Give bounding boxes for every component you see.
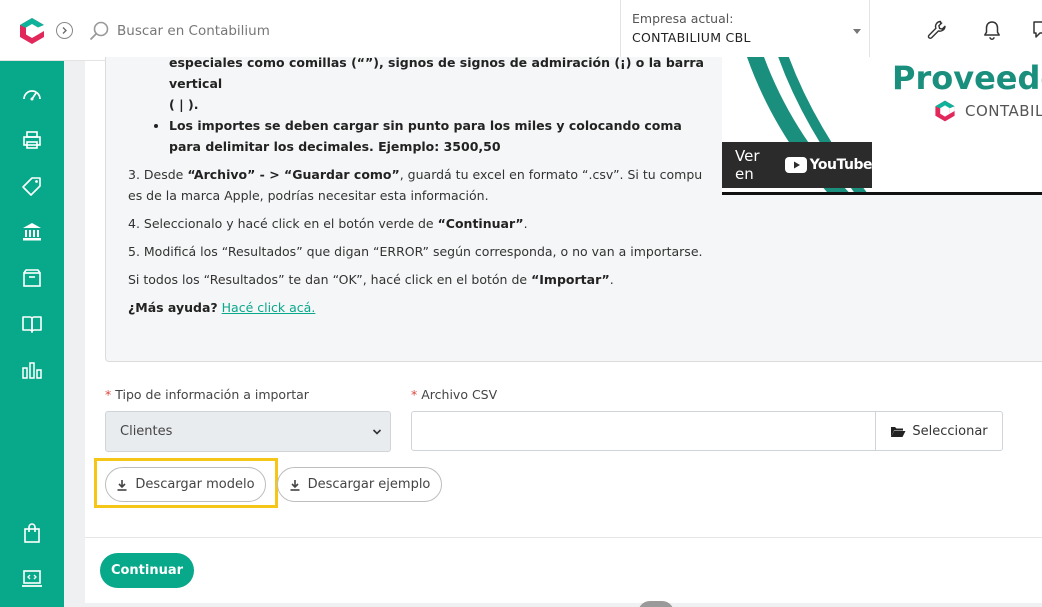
sidebar-item-dashboard[interactable]: [20, 83, 44, 107]
step-3-bold: “Archivo” - > “Guardar como”: [187, 167, 400, 182]
type-label: * Tipo de información a importar: [105, 387, 309, 402]
book-icon: [22, 316, 42, 333]
instruction-chars-line1: especiales como comillas (“”), signos de…: [169, 55, 704, 91]
csv-label: * Archivo CSV: [411, 387, 497, 402]
step-4-prefix: 4. Seleccionalo y hacé click en el botón…: [128, 216, 438, 231]
step-5: 5. Modificá los “Resultados” que digan “…: [128, 244, 703, 259]
search-icon: [89, 21, 109, 41]
type-label-text: Tipo de información a importar: [115, 387, 309, 402]
divider: [85, 537, 1042, 538]
printer-icon: [23, 131, 41, 149]
sidebar-item-treasury[interactable]: [20, 220, 44, 244]
sidebar-toggle-button[interactable]: [56, 22, 73, 39]
instruction-chars-line2: ( | ).: [169, 97, 199, 112]
instruction-chars: especiales como comillas (“”), signos de…: [169, 52, 713, 115]
sidebar-item-reports[interactable]: [20, 358, 44, 382]
chevron-right-icon: [62, 27, 67, 34]
contabilium-logo-icon[interactable]: [17, 16, 47, 46]
sidebar-item-sales[interactable]: [20, 128, 44, 152]
chevron-down-icon: [372, 429, 382, 435]
download-example-button[interactable]: Descargar ejemplo: [277, 467, 442, 502]
step-3-prefix: 3. Desde: [128, 167, 188, 182]
company-label: Empresa actual:: [632, 11, 734, 26]
help-link[interactable]: Hacé click acá.: [222, 300, 316, 315]
caret-down-icon: [853, 29, 861, 34]
instruction-amounts: Los importes se deben cargar sin punto p…: [169, 115, 713, 157]
import-card: especiales como comillas (“”), signos de…: [85, 55, 1042, 603]
csv-file-input[interactable]: [411, 411, 876, 451]
help-line: ¿Más ayuda? Hacé click acá.: [128, 297, 713, 318]
youtube-text: YouTube: [809, 157, 873, 173]
final-step-prefix: Si todos los “Resultados” te dan “OK”, h…: [128, 272, 532, 287]
select-file-button[interactable]: Seleccionar: [875, 411, 1003, 451]
contabilium-logo-icon: [935, 100, 955, 122]
video-title: Proveedo: [892, 59, 1042, 97]
bank-icon: [23, 223, 41, 241]
sidebar-item-inventory[interactable]: [20, 266, 44, 290]
code-icon: [22, 570, 42, 587]
chat-icon[interactable]: [1031, 19, 1042, 41]
csv-label-text: Archivo CSV: [421, 387, 498, 402]
bag-icon: [24, 523, 40, 543]
tag-icon: [22, 177, 41, 196]
sidebar-item-accounting[interactable]: [20, 312, 44, 336]
watch-on-youtube-button[interactable]: Ver en YouTube: [722, 142, 873, 188]
select-file-label: Seleccionar: [912, 423, 988, 439]
final-step-suffix: .: [609, 272, 614, 287]
download-icon: [290, 479, 300, 491]
import-type-select[interactable]: Clientes: [105, 411, 391, 452]
required-marker: *: [411, 387, 418, 402]
step-4-bold: “Continuar”: [437, 216, 524, 231]
youtube-play-icon: [784, 157, 807, 173]
box-icon: [23, 269, 41, 287]
wrench-icon[interactable]: [926, 19, 948, 41]
video-brand: CONTABILI: [933, 98, 1042, 124]
search-input[interactable]: [117, 16, 417, 46]
final-step-bold: “Importar”: [531, 272, 610, 287]
continue-button[interactable]: Continuar: [100, 553, 194, 588]
instructions-text: especiales como comillas (“”), signos de…: [128, 55, 713, 318]
sidebar-item-products[interactable]: [20, 174, 44, 198]
tutorial-video[interactable]: Proveedo CONTABILI Ver en YouTube: [722, 57, 1042, 195]
step-3: 3. Desde “Archivo” - > “Guardar como”, g…: [128, 164, 713, 206]
dashboard-icon: [23, 90, 41, 101]
sidebar-item-shop[interactable]: [20, 521, 44, 545]
download-example-label: Descargar ejemplo: [307, 477, 431, 492]
final-step: Si todos los “Resultados” te dan “OK”, h…: [128, 269, 713, 290]
instructions-panel: especiales como comillas (“”), signos de…: [105, 55, 1042, 362]
bell-icon[interactable]: [981, 19, 1003, 41]
help-question: ¿Más ayuda?: [128, 300, 218, 315]
video-brand-text: CONTABILI: [965, 102, 1042, 120]
highlight-box: [94, 458, 278, 508]
import-type-value: Clientes: [120, 424, 173, 439]
sidebar: [0, 61, 64, 607]
youtube-logo: YouTube: [784, 157, 873, 173]
step-4-suffix: .: [523, 216, 528, 231]
sidebar-item-developers[interactable]: [20, 566, 44, 590]
chart-icon: [22, 362, 42, 379]
company-value: CONTABILIUM CBL: [632, 30, 751, 45]
folder-open-icon: [891, 426, 906, 437]
watch-on-label: Ver en: [735, 147, 760, 183]
step-4: 4. Seleccionalo y hacé click en el botón…: [128, 213, 713, 234]
required-marker: *: [105, 387, 112, 402]
